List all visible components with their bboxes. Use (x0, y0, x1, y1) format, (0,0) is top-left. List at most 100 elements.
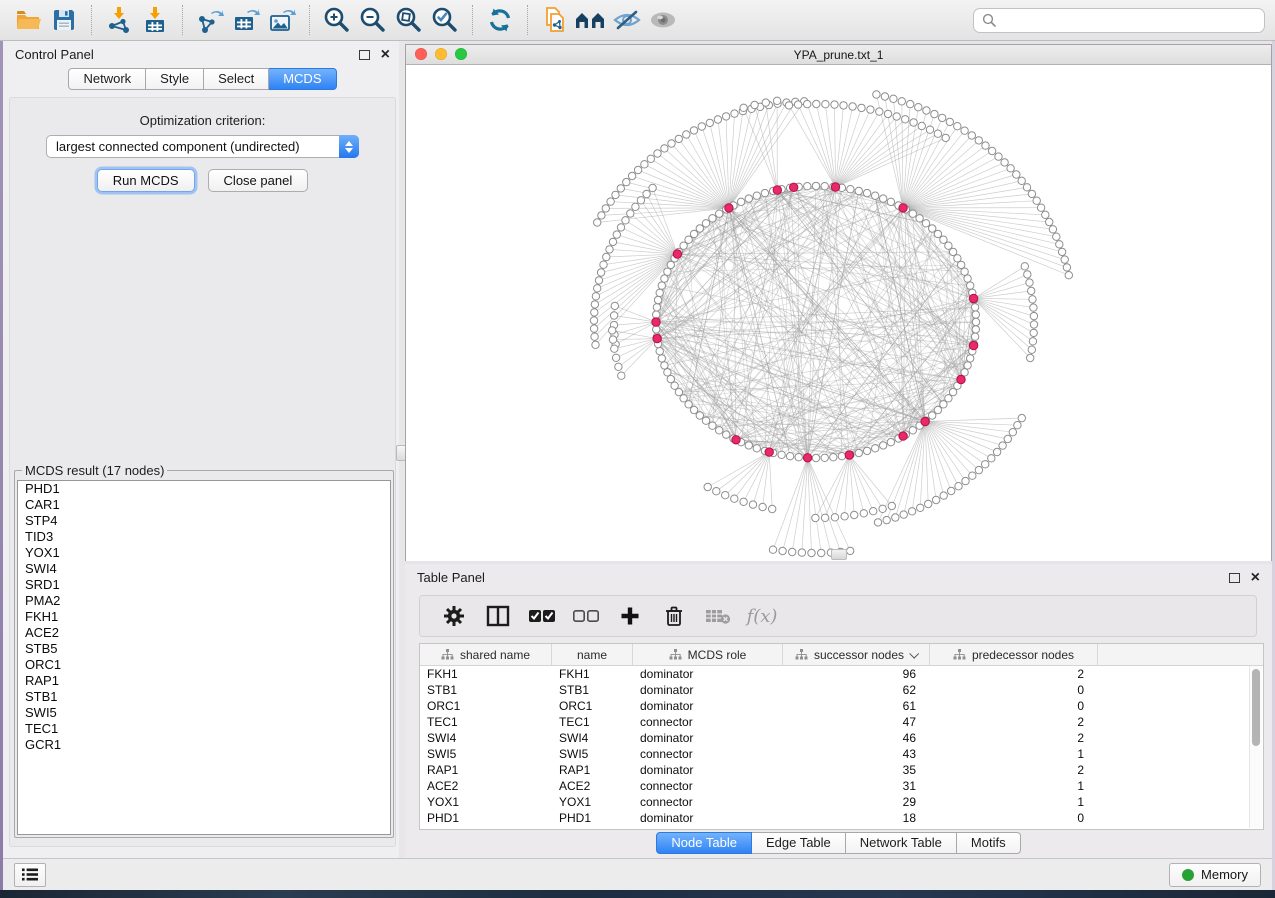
refresh-icon (485, 5, 515, 35)
horizontal-splitter-handle[interactable] (831, 549, 847, 560)
mcds-result-item[interactable]: CAR1 (18, 497, 390, 513)
table-row[interactable]: STB1STB1dominator620 (420, 682, 1263, 698)
scrollbar-thumb[interactable] (1252, 669, 1260, 746)
cell-role: dominator (633, 762, 783, 778)
zoom-selected-button[interactable] (427, 4, 463, 36)
cell-predecessors: 1 (930, 746, 1098, 762)
column-header-shared-name[interactable]: shared name (420, 644, 552, 665)
tab-style[interactable]: Style (146, 68, 204, 90)
column-header-predecessor-nodes[interactable]: predecessor nodes (930, 644, 1098, 665)
column-header-name[interactable]: name (552, 644, 633, 665)
table-row[interactable]: RAP1RAP1dominator352 (420, 762, 1263, 778)
table-row[interactable]: SWI4SWI4dominator462 (420, 730, 1263, 746)
attribute-tree-icon (669, 649, 682, 660)
table-scrollbar[interactable] (1249, 666, 1262, 828)
mcds-result-item[interactable]: PHD1 (18, 481, 390, 497)
close-panel-icon[interactable]: × (381, 49, 390, 61)
control-panel-title: Control Panel (15, 47, 94, 62)
delete-table-button[interactable] (696, 599, 740, 633)
add-column-button[interactable] (608, 599, 652, 633)
tab-select[interactable]: Select (204, 68, 269, 90)
zoom-fit-button[interactable] (391, 4, 427, 36)
main-toolbar (0, 0, 1275, 41)
function-builder-button[interactable]: f(x) (740, 599, 784, 633)
mcds-result-list[interactable]: PHD1CAR1STP4TID3YOX1SWI4SRD1PMA2FKH1ACE2… (17, 480, 391, 835)
control-panel-tabs: NetworkStyleSelectMCDS (3, 68, 402, 90)
export-image-button[interactable] (264, 4, 300, 36)
mcds-result-item[interactable]: ORC1 (18, 657, 390, 673)
column-header-mcds-role[interactable]: MCDS role (633, 644, 783, 665)
tab-network-table[interactable]: Network Table (846, 832, 957, 854)
mcds-result-item[interactable]: RAP1 (18, 673, 390, 689)
minimize-window-icon[interactable] (435, 48, 447, 60)
show-all-button[interactable] (645, 4, 681, 36)
memory-button[interactable]: Memory (1169, 863, 1261, 887)
table-row[interactable]: FKH1FKH1dominator962 (420, 666, 1263, 682)
tab-network[interactable]: Network (68, 68, 146, 90)
column-header-successor-nodes[interactable]: successor nodes (783, 644, 930, 665)
network-view-window: YPA_prune.txt_1 (405, 44, 1272, 561)
export-table-button[interactable] (228, 4, 264, 36)
tab-edge-table[interactable]: Edge Table (752, 832, 846, 854)
select-all-button[interactable] (520, 599, 564, 633)
criterion-dropdown[interactable]: largest connected component (undirected) (46, 135, 359, 158)
tab-motifs[interactable]: Motifs (957, 832, 1021, 854)
split-panel-button[interactable] (476, 599, 520, 633)
mcds-result-item[interactable]: TID3 (18, 529, 390, 545)
task-history-button[interactable] (14, 863, 46, 887)
cell-name: SWI5 (552, 746, 633, 762)
table-row[interactable]: TEC1TEC1connector472 (420, 714, 1263, 730)
duplicate-network-button[interactable] (537, 4, 573, 36)
close-window-icon[interactable] (415, 48, 427, 60)
float-panel-icon[interactable] (359, 50, 370, 60)
save-icon (51, 7, 77, 33)
hide-selected-button[interactable] (609, 4, 645, 36)
first-neighbors-button[interactable] (573, 4, 609, 36)
table-row[interactable]: PHD1PHD1dominator180 (420, 810, 1263, 826)
tab-mcds[interactable]: MCDS (269, 68, 336, 90)
deselect-all-button[interactable] (564, 599, 608, 633)
float-panel-icon[interactable] (1229, 573, 1240, 583)
open-file-button[interactable] (10, 4, 46, 36)
memory-label: Memory (1201, 867, 1248, 882)
close-panel-icon[interactable]: × (1251, 572, 1260, 584)
control-panel-titlebar: Control Panel × (3, 41, 402, 68)
mcds-result-item[interactable]: TEC1 (18, 721, 390, 737)
table-row[interactable]: SWI5SWI5connector431 (420, 746, 1263, 762)
attribute-settings-button[interactable] (432, 599, 476, 633)
mcds-result-item[interactable]: SWI4 (18, 561, 390, 577)
mcds-result-item[interactable]: STB5 (18, 641, 390, 657)
table-row[interactable]: ACE2ACE2connector311 (420, 778, 1263, 794)
mcds-result-item[interactable]: SRD1 (18, 577, 390, 593)
tab-node-table[interactable]: Node Table (656, 832, 752, 854)
table-panel-title: Table Panel (417, 570, 485, 585)
mcds-result-item[interactable]: STB1 (18, 689, 390, 705)
mcds-result-item[interactable]: GCR1 (18, 737, 390, 753)
export-network-button[interactable] (192, 4, 228, 36)
mcds-result-item[interactable]: SWI5 (18, 705, 390, 721)
toolbar-separator (472, 5, 473, 35)
mcds-result-item[interactable]: ACE2 (18, 625, 390, 641)
mcds-result-item[interactable]: FKH1 (18, 609, 390, 625)
network-canvas[interactable] (406, 65, 1271, 561)
zoom-in-button[interactable] (319, 4, 355, 36)
refresh-view-button[interactable] (482, 4, 518, 36)
run-mcds-button[interactable]: Run MCDS (97, 169, 195, 192)
network-graph[interactable] (406, 65, 1271, 561)
close-panel-button[interactable]: Close panel (208, 169, 309, 192)
zoom-out-button[interactable] (355, 4, 391, 36)
maximize-window-icon[interactable] (455, 48, 467, 60)
cell-name: STB1 (552, 682, 633, 698)
mcds-result-item[interactable]: PMA2 (18, 593, 390, 609)
table-row[interactable]: YOX1YOX1connector291 (420, 794, 1263, 810)
save-session-button[interactable] (46, 4, 82, 36)
search-field[interactable] (973, 8, 1265, 33)
search-input[interactable] (1002, 12, 1256, 28)
table-row[interactable]: ORC1ORC1dominator610 (420, 698, 1263, 714)
mcds-result-item[interactable]: YOX1 (18, 545, 390, 561)
mcds-result-item[interactable]: STP4 (18, 513, 390, 529)
import-table-button[interactable] (137, 4, 173, 36)
network-titlebar[interactable]: YPA_prune.txt_1 (406, 45, 1271, 65)
delete-column-button[interactable] (652, 599, 696, 633)
import-network-button[interactable] (101, 4, 137, 36)
